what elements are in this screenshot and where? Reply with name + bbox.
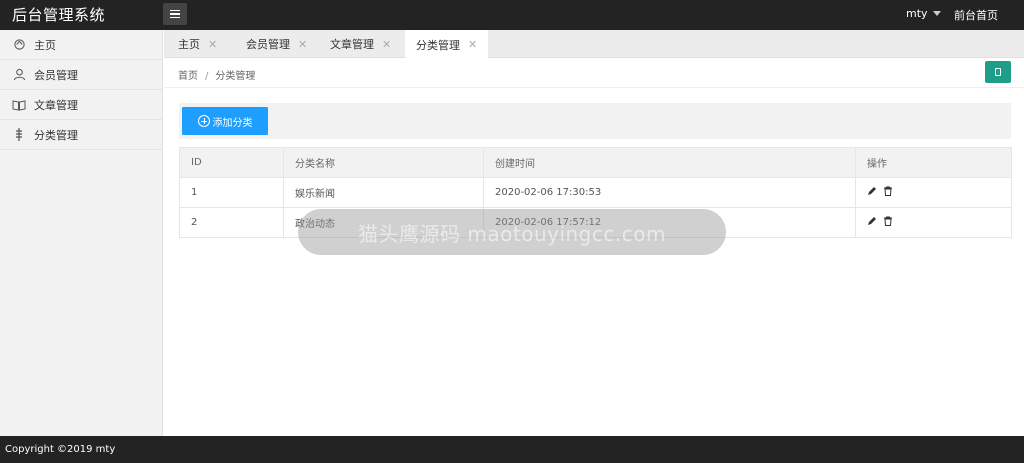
- footer: Copyright ©2019 mty: [0, 436, 1024, 463]
- sidebar-item-articles[interactable]: 文章管理: [0, 90, 162, 120]
- edit-icon[interactable]: [867, 186, 877, 199]
- close-icon[interactable]: ✕: [468, 38, 477, 51]
- add-category-button[interactable]: 添加分类: [182, 107, 268, 135]
- delete-icon[interactable]: [883, 186, 893, 199]
- user-icon: [12, 68, 26, 82]
- add-category-label: 添加分类: [212, 117, 253, 129]
- tab-bar: 主页 ✕ 会员管理 ✕ 文章管理 ✕ 分类管理 ✕: [164, 30, 1024, 59]
- sidebar-item-label: 分类管理: [34, 128, 78, 142]
- delete-icon[interactable]: [883, 216, 893, 229]
- app-title: 后台管理系统: [12, 6, 106, 24]
- refresh-button[interactable]: [985, 61, 1011, 83]
- user-name: mty: [906, 7, 928, 20]
- hamburger-icon: [170, 9, 180, 12]
- front-page-link[interactable]: 前台首页: [954, 7, 998, 23]
- table-header-row: ID 分类名称 创建时间 操作: [179, 147, 1012, 178]
- table-row: 1 娱乐新闻 2020-02-06 17:30:53: [179, 177, 1012, 208]
- cell-id: 2: [179, 207, 284, 238]
- menu-toggle-button[interactable]: [163, 3, 187, 25]
- breadcrumb-home[interactable]: 首页: [178, 71, 198, 82]
- refresh-icon: [995, 68, 1001, 76]
- cell-created: 2020-02-06 17:30:53: [483, 177, 856, 208]
- copyright-text: Copyright ©2019 mty: [5, 444, 116, 455]
- breadcrumb-current: 分类管理: [215, 71, 256, 82]
- cell-name: 娱乐新闻: [283, 177, 484, 208]
- category-icon: [12, 128, 26, 142]
- tab-home[interactable]: 主页 ✕: [178, 30, 217, 58]
- cell-actions: [855, 207, 1012, 238]
- sidebar-item-label: 文章管理: [34, 98, 78, 112]
- column-header-created[interactable]: 创建时间: [483, 147, 856, 178]
- tab-articles[interactable]: 文章管理 ✕: [330, 30, 391, 58]
- tab-label: 文章管理: [330, 38, 374, 51]
- sidebar-item-home[interactable]: 主页: [0, 30, 162, 60]
- tab-label: 分类管理: [416, 38, 460, 52]
- caret-down-icon: [932, 11, 941, 16]
- close-icon[interactable]: ✕: [382, 38, 391, 51]
- cell-id: 1: [179, 177, 284, 208]
- home-icon: [12, 38, 26, 52]
- close-icon[interactable]: ✕: [208, 38, 217, 51]
- cell-actions: [855, 177, 1012, 208]
- edit-icon[interactable]: [867, 216, 877, 229]
- table-toolbar: 添加分类: [179, 103, 1011, 139]
- column-header-id[interactable]: ID: [179, 147, 284, 178]
- breadcrumb: 首页 / 分类管理: [178, 67, 255, 82]
- breadcrumb-bar: 首页 / 分类管理: [164, 58, 1024, 88]
- breadcrumb-separator: /: [205, 71, 209, 82]
- watermark-overlay: 猫头鹰源码 maotouyingcc.com: [298, 209, 726, 255]
- plus-circle-icon: [197, 115, 210, 127]
- column-header-actions: 操作: [855, 147, 1012, 178]
- sidebar-item-members[interactable]: 会员管理: [0, 60, 162, 90]
- sidebar: 主页 会员管理 文章管理 分类管理: [0, 30, 163, 436]
- close-icon[interactable]: ✕: [298, 38, 307, 51]
- column-header-name[interactable]: 分类名称: [283, 147, 484, 178]
- tab-members[interactable]: 会员管理 ✕: [246, 30, 307, 58]
- tab-categories[interactable]: 分类管理 ✕: [405, 30, 489, 59]
- sidebar-item-categories[interactable]: 分类管理: [0, 120, 162, 150]
- sidebar-item-label: 会员管理: [34, 68, 78, 82]
- sidebar-item-label: 主页: [34, 38, 56, 52]
- user-menu[interactable]: mty: [906, 7, 941, 20]
- tab-label: 主页: [178, 38, 200, 51]
- tab-label: 会员管理: [246, 38, 290, 51]
- book-icon: [12, 98, 26, 112]
- top-header: 后台管理系统 mty 前台首页: [0, 0, 1024, 30]
